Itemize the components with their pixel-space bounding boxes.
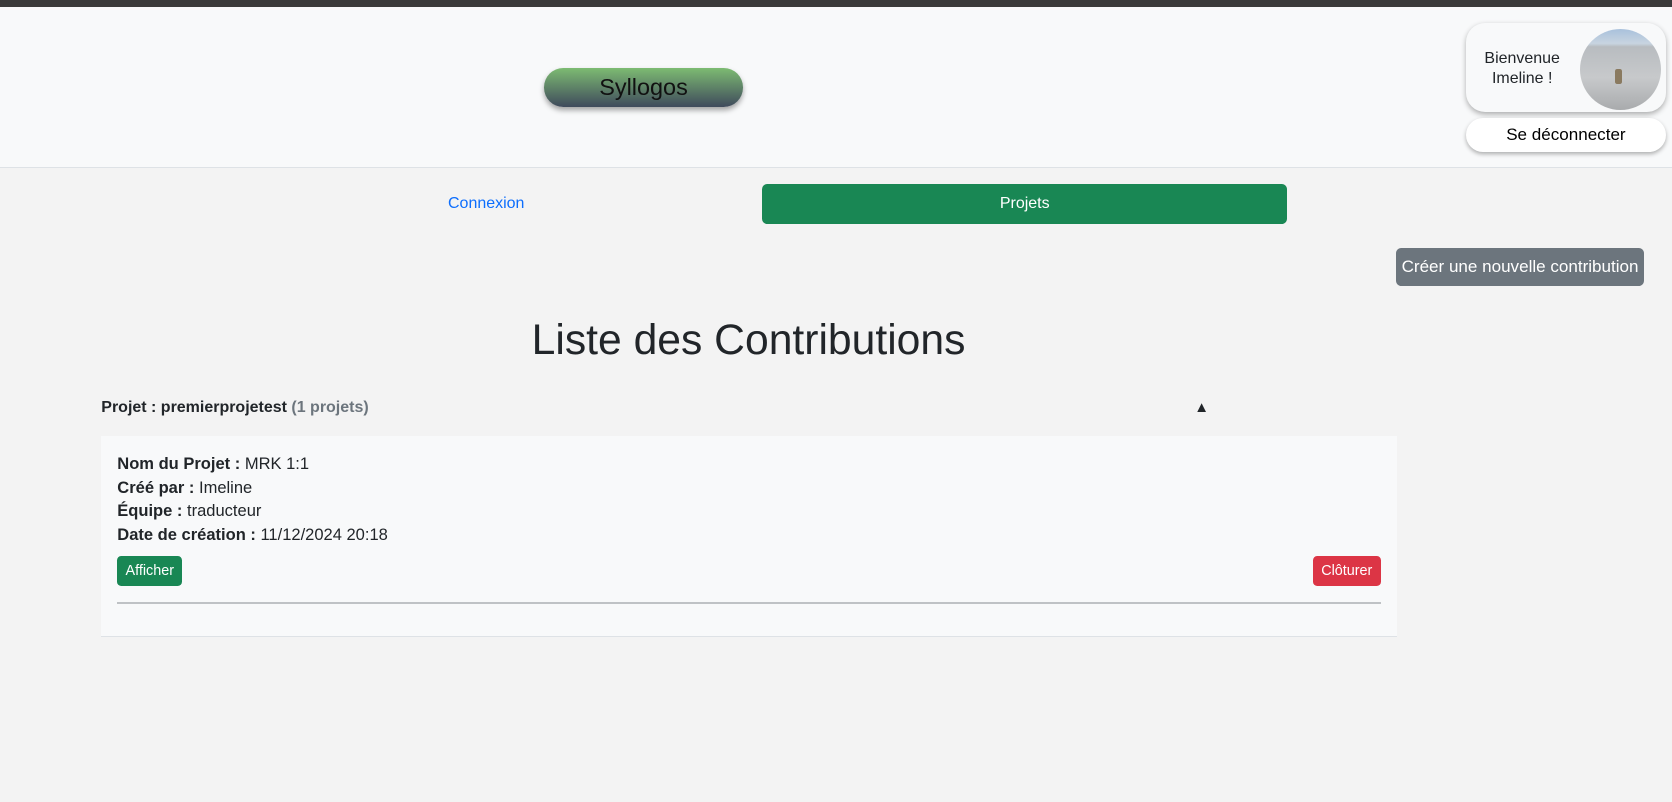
user-card: Bienvenue Imeline ! bbox=[1466, 23, 1666, 112]
project-count: (1 projets) bbox=[291, 398, 369, 416]
welcome-user: Imeline ! bbox=[1491, 70, 1553, 88]
field-value: traducteur bbox=[187, 501, 262, 521]
welcome-text: Bienvenue Imeline ! bbox=[1466, 49, 1578, 90]
nav-connexion[interactable]: Connexion bbox=[405, 184, 567, 223]
view-button[interactable]: Afficher bbox=[117, 555, 183, 587]
project-group-header[interactable]: Projet : premierprojetest (1 projets) bbox=[101, 399, 368, 417]
field-created-by: Créé par : Imeline bbox=[117, 478, 252, 498]
logout-button[interactable]: Se déconnecter bbox=[1466, 118, 1666, 153]
avatar-figure bbox=[1615, 69, 1622, 85]
field-creation-date: Date de création : 11/12/2024 20:18 bbox=[117, 525, 388, 545]
field-team: Équipe : traducteur bbox=[117, 501, 261, 521]
brand-name: Syllogos bbox=[599, 73, 688, 100]
close-contribution-button[interactable]: Clôturer bbox=[1312, 555, 1381, 587]
contribution-card: Nom du Projet : MRK 1:1 Créé par : Imeli… bbox=[101, 436, 1397, 637]
welcome-line: Bienvenue bbox=[1484, 50, 1560, 68]
nav-projets[interactable]: Projets bbox=[762, 184, 1288, 224]
window-top-bar bbox=[0, 0, 1672, 8]
collapse-toggle-icon[interactable]: ▲ bbox=[1194, 399, 1209, 416]
field-value: MRK 1:1 bbox=[244, 454, 310, 474]
project-group-label: Projet : premierprojetest bbox=[101, 398, 287, 416]
field-label: Équipe : bbox=[117, 501, 183, 521]
field-label: Créé par : bbox=[117, 477, 195, 497]
brand-logo[interactable]: Syllogos bbox=[543, 68, 744, 107]
field-value: 11/12/2024 20:18 bbox=[260, 524, 388, 544]
create-contribution-button[interactable]: Créer une nouvelle contribution bbox=[1395, 248, 1645, 286]
page-title: Liste des Contributions bbox=[531, 315, 966, 364]
field-label: Date de création : bbox=[117, 524, 256, 544]
header bbox=[0, 7, 1672, 169]
field-label: Nom du Projet : bbox=[117, 454, 241, 474]
field-project-name: Nom du Projet : MRK 1:1 bbox=[117, 454, 309, 474]
avatar[interactable] bbox=[1580, 28, 1662, 110]
divider bbox=[117, 602, 1381, 604]
field-value: Imeline bbox=[198, 477, 253, 497]
